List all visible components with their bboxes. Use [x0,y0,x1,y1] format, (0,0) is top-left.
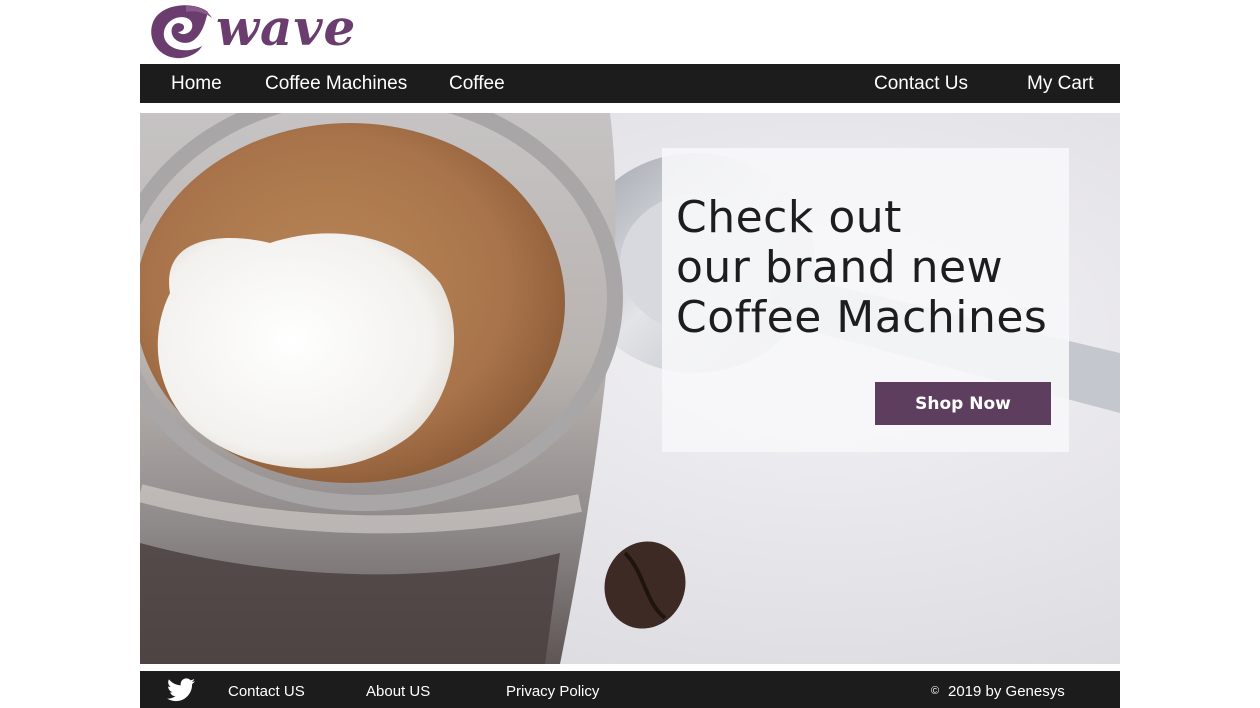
copyright-symbol: © [931,685,940,697]
footer-privacy-link[interactable]: Privacy Policy [506,671,599,708]
site-logo[interactable]: wave [146,0,386,62]
promo-line-3: Coffee Machines [676,292,1048,343]
promo-line-2: our brand new [676,242,1004,293]
twitter-icon[interactable] [167,677,195,703]
promo-line-1: Check out [676,192,902,243]
nav-contact-us[interactable]: Contact Us [874,64,968,103]
logo-wordmark: wave [216,0,357,57]
shop-now-button[interactable]: Shop Now [875,382,1051,425]
hero-banner: Check out our brand new Coffee Machines … [140,113,1120,664]
copyright-text: 2019 by Genesys [948,683,1065,700]
promo-card: Check out our brand new Coffee Machines … [662,148,1069,452]
nav-coffee[interactable]: Coffee [449,64,505,103]
nav-home[interactable]: Home [171,64,222,103]
footer-about-link[interactable]: About US [366,671,430,708]
nav-my-cart[interactable]: My Cart [1027,64,1094,103]
wave-swirl-icon [151,5,212,59]
nav-coffee-machines[interactable]: Coffee Machines [265,64,407,103]
footer-contact-link[interactable]: Contact US [228,671,305,708]
site-footer: Contact US About US Privacy Policy © 201… [140,671,1120,708]
main-nav: Home Coffee Machines Coffee Contact Us M… [140,64,1120,103]
